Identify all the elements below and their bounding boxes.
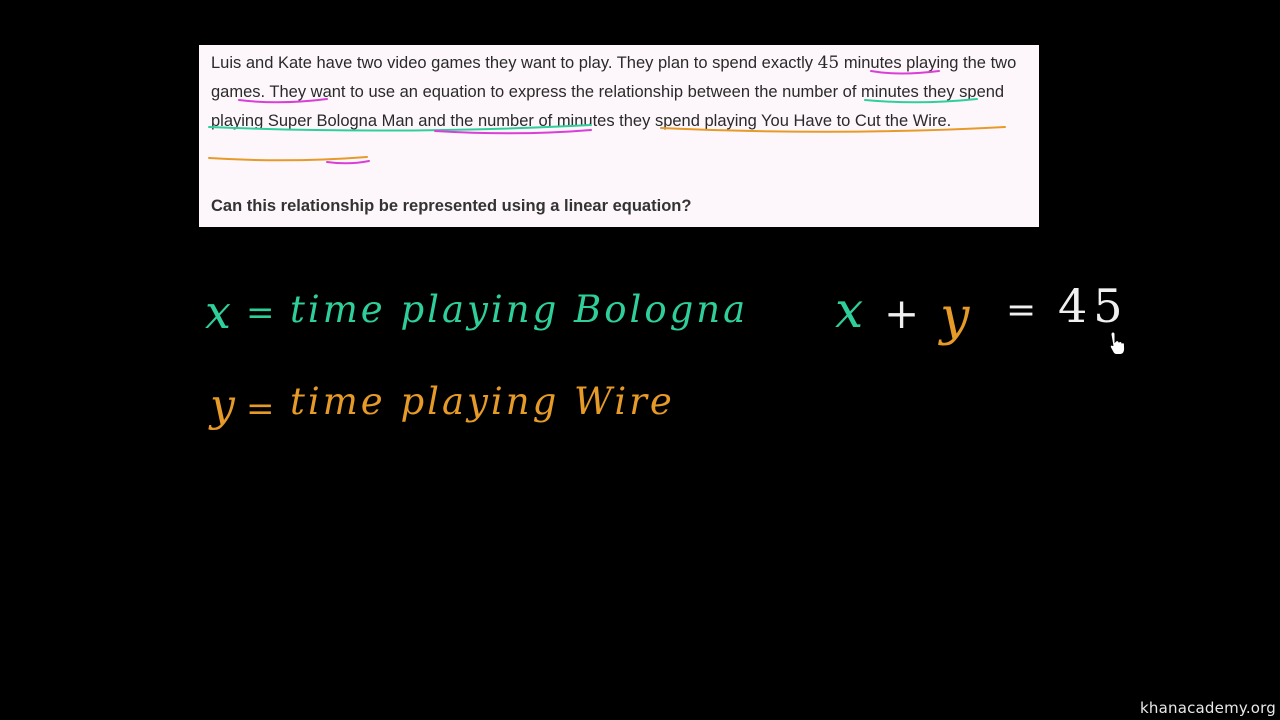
equation-plus: + [884,289,919,338]
x-definition-equals: = [246,293,275,333]
equation-x: x [835,281,863,339]
handwriting-board: x = time playing Bologna y = time playin… [205,279,1129,431]
y-definition-variable: y [208,380,236,431]
equation-y: y [938,287,970,347]
x-definition-text: time playing Bologna [290,288,748,331]
video-frame: Luis and Kate have two video games they … [0,0,1280,720]
equation-equals: = [1006,290,1036,331]
y-definition-text: time playing Wire [290,380,675,423]
y-definition-equals: = [246,389,275,429]
watermark: khanacademy.org [1140,699,1276,717]
x-definition-variable: x [205,285,231,339]
equation-rhs: 45 [1058,279,1129,333]
hand-pointer-icon [1109,331,1126,355]
